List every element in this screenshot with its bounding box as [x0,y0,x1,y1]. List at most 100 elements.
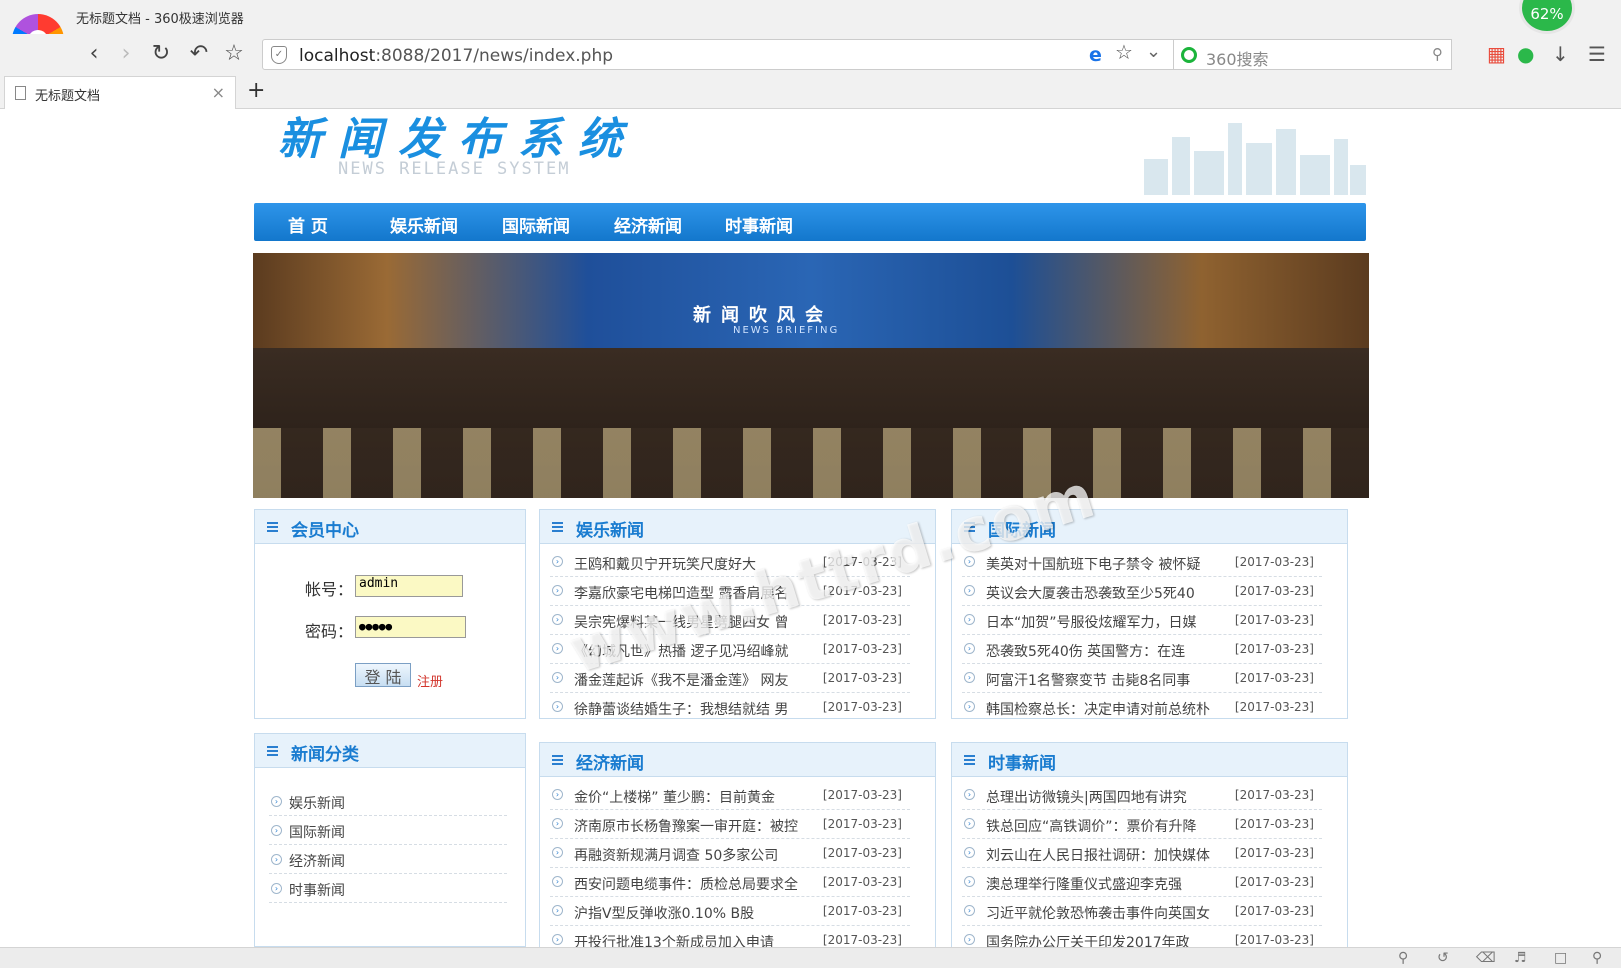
status-window-icon[interactable]: □ [1554,950,1567,966]
news-title[interactable]: 沪指V型反弹收涨0.10% B股 [574,903,814,923]
news-title[interactable]: 济南原市长杨鲁豫案一审开庭：被控 [574,816,814,836]
search-icon[interactable]: ⚲ [1432,45,1443,63]
category-label[interactable]: 经济新闻 [289,851,345,871]
news-date: [2017-03-23] [822,846,902,860]
arrow-icon: › [552,585,563,596]
news-title[interactable]: 总理出访微镜头|两国四地有讲究 [986,787,1226,807]
news-title[interactable]: 阿富汗1名警察变节 击毙8名同事 [986,670,1226,690]
arrow-icon: › [552,818,563,829]
news-row[interactable]: › 沪指V型反弹收涨0.10% B股 [2017-03-23] [550,897,910,926]
search-box[interactable]: 360搜索 ⚲ [1173,39,1452,70]
news-title[interactable]: 日本“加贺”号服役炫耀军力，日媒 [986,612,1226,632]
news-row[interactable]: › 总理出访微镜头|两国四地有讲究 [2017-03-23] [962,781,1322,810]
arrow-icon: › [552,556,563,567]
login-button[interactable]: 登 陆 [355,663,411,687]
news-title[interactable]: 习近平就伦敦恐怖袭击事件向英国女 [986,903,1226,923]
back-icon[interactable]: ‹ [80,40,108,68]
news-title[interactable]: 开投行批准13个新成员加入申请 [574,932,814,947]
arrow-icon: › [964,934,975,945]
news-title[interactable]: 西安问题电缆事件：质检总局要求全 [574,874,814,894]
download-icon[interactable]: ↓ [1552,42,1569,66]
news-title[interactable]: 金价“上楼梯” 董少鹏：目前黄金 [574,787,814,807]
category-item[interactable]: › 时事新闻 [269,875,507,903]
category-label[interactable]: 时事新闻 [289,880,345,900]
url-text[interactable]: localhost:8088/2017/news/index.php [299,46,613,66]
arrow-icon: › [964,818,975,829]
nav-economy[interactable]: 经济新闻 [614,212,682,237]
status-pin-icon[interactable]: ⚲ [1398,950,1408,966]
news-title[interactable]: 恐袭致5死40伤 英国警方：在连 [986,641,1226,661]
news-row[interactable]: › 徐静蕾谈结婚生子：我想结就结 男 [2017-03-23] [550,693,910,722]
star-icon[interactable]: ☆ [220,40,248,68]
current-news-box: 时事新闻 › 总理出访微镜头|两国四地有讲究 [2017-03-23] › 铁总回应“… [951,742,1348,947]
news-row[interactable]: › 再融资新规满月调查 50多家公司 [2017-03-23] [550,839,910,868]
news-title[interactable]: 铁总回应“高铁调价”：票价有升降 [986,816,1226,836]
news-row[interactable]: › 澳总理举行隆重仪式盛迎李克强 [2017-03-23] [962,868,1322,897]
category-item[interactable]: › 经济新闻 [269,846,507,874]
news-date: [2017-03-23] [822,642,902,656]
360-security-icon[interactable]: ● [1517,42,1534,66]
news-title[interactable]: 再融资新规满月调查 50多家公司 [574,845,814,865]
category-item[interactable]: › 国际新闻 [269,817,507,845]
news-row[interactable]: › 金价“上楼梯” 董少鹏：目前黄金 [2017-03-23] [550,781,910,810]
status-trash-icon[interactable]: ⌫ [1476,950,1496,966]
url-path: :8088/2017/news/index.php [375,46,614,66]
status-zoom-icon[interactable]: ⚲ [1592,950,1602,966]
account-input[interactable]: admin [355,575,463,597]
account-label: 帐号： [305,580,354,599]
news-row[interactable]: › 恐袭致5死40伤 英国警方：在连 [2017-03-23] [962,635,1322,664]
news-title[interactable]: 刘云山在人民日报社调研：加快媒体 [986,845,1226,865]
status-history-icon[interactable]: ↺ [1437,950,1449,966]
status-bar: ⚲ ↺ ⌫ ♬ □ ⚲ [0,947,1621,968]
arrow-icon: › [964,876,975,887]
categories-box: 新闻分类 › 娱乐新闻 › 国际新闻 › 经济新闻 › 时事新闻 [254,733,526,947]
browser-titlebar: 无标题文档 - 360极速浏览器 62% [0,0,1621,34]
menu-icon[interactable]: ☰ [1588,42,1606,66]
undo-icon[interactable]: ↶ [185,40,213,68]
news-row[interactable]: › 西安问题电缆事件：质检总局要求全 [2017-03-23] [550,868,910,897]
arrow-icon: › [552,701,563,712]
news-row[interactable]: › 阿富汗1名警察变节 击毙8名同事 [2017-03-23] [962,664,1322,693]
ie-icon[interactable]: e [1089,44,1102,66]
forward-icon[interactable]: › [112,40,140,68]
status-sound-icon[interactable]: ♬ [1514,950,1527,966]
speed-badge[interactable]: 62% [1519,0,1575,34]
news-row[interactable]: › 习近平就伦敦恐怖袭击事件向英国女 [2017-03-23] [962,897,1322,926]
category-label[interactable]: 娱乐新闻 [289,793,345,813]
tab-bar: 无标题文档 × + [0,74,1621,109]
nav-entertainment[interactable]: 娱乐新闻 [390,212,458,237]
bookmark-star-icon[interactable]: ☆ [1115,40,1133,64]
nav-international[interactable]: 国际新闻 [502,212,570,237]
news-row[interactable]: › 铁总回应“高铁调价”：票价有升降 [2017-03-23] [962,810,1322,839]
category-item[interactable]: › 娱乐新闻 [269,788,507,816]
nav-current[interactable]: 时事新闻 [725,212,793,237]
news-title[interactable]: 英议会大厦袭击恐袭致至少5死40 [986,583,1226,603]
close-icon[interactable]: × [212,83,225,102]
news-title[interactable]: 美英对十国航班下电子禁令 被怀疑 [986,554,1226,574]
news-row[interactable]: › 开投行批准13个新成员加入申请 [2017-03-23] [550,926,910,947]
browser-tab[interactable]: 无标题文档 × [4,76,236,109]
category-label[interactable]: 国际新闻 [289,822,345,842]
register-link[interactable]: 注册 [417,671,443,690]
news-title[interactable]: 澳总理举行隆重仪式盛迎李克强 [986,874,1226,894]
news-row[interactable]: › 国务院办公厅关于印发2017年政 [2017-03-23] [962,926,1322,947]
news-row[interactable]: › 韩国检察总长：决定申请对前总统朴 [2017-03-23] [962,693,1322,722]
dropdown-icon[interactable]: ⌄ [1146,41,1161,62]
news-title[interactable]: 韩国检察总长：决定申请对前总统朴 [986,699,1226,719]
current-title: 时事新闻 [988,754,1056,774]
reload-icon[interactable]: ↻ [147,40,175,68]
new-tab-button[interactable]: + [247,78,265,103]
apps-icon[interactable]: ▦ [1487,42,1506,66]
password-input[interactable]: ●●●●● [355,616,466,638]
economy-title: 经济新闻 [576,754,644,774]
search-placeholder: 360搜索 [1206,50,1269,69]
news-row[interactable]: › 济南原市长杨鲁豫案一审开庭：被控 [2017-03-23] [550,810,910,839]
news-row[interactable]: › 英议会大厦袭击恐袭致至少5死40 [2017-03-23] [962,577,1322,606]
news-title[interactable]: 徐静蕾谈结婚生子：我想结就结 男 [574,699,814,719]
arrow-icon: › [271,825,282,836]
news-row[interactable]: › 日本“加贺”号服役炫耀军力，日媒 [2017-03-23] [962,606,1322,635]
news-date: [2017-03-23] [822,700,902,714]
nav-home[interactable]: 首 页 [288,212,328,237]
news-row[interactable]: › 刘云山在人民日报社调研：加快媒体 [2017-03-23] [962,839,1322,868]
news-title[interactable]: 国务院办公厅关于印发2017年政 [986,932,1226,947]
